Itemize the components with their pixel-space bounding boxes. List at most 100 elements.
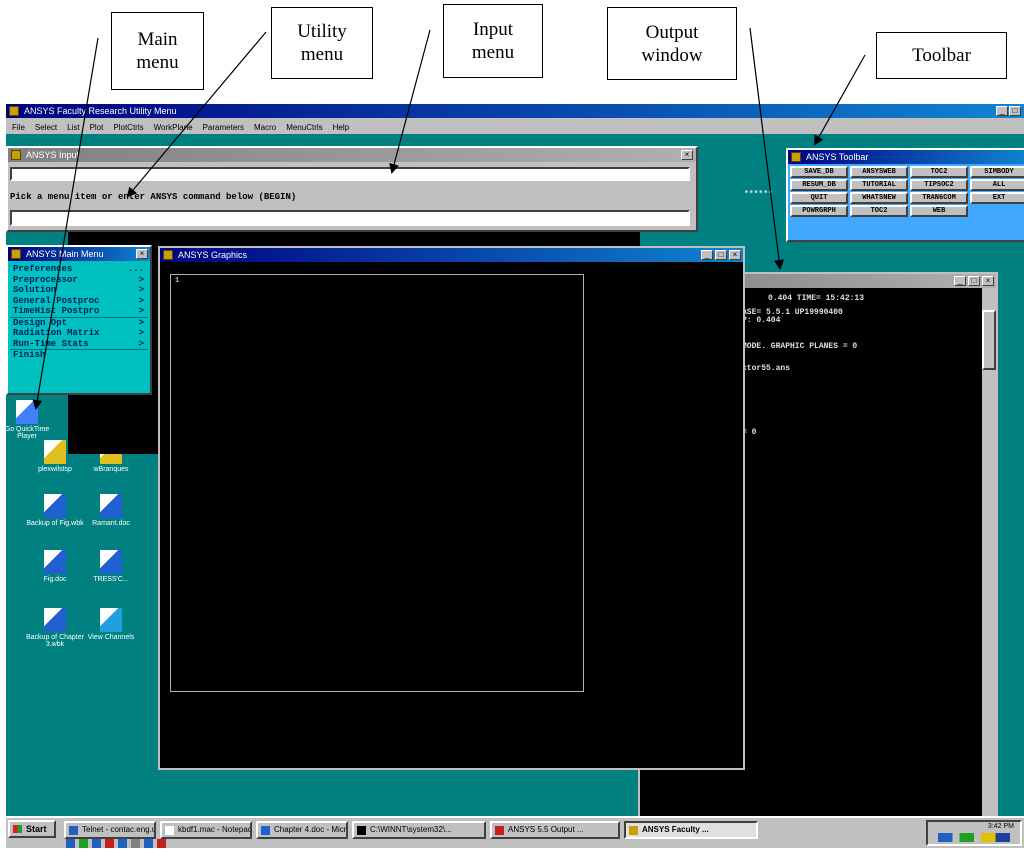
utility-menu-item-help[interactable]: Help [333,123,349,132]
submenu-arrow-icon: > [138,295,144,306]
quick-launch-icon[interactable] [66,839,75,848]
toolbar-button-toc2[interactable]: TOC2 [850,205,908,217]
toolbar-button-ext[interactable]: EXT [970,192,1024,204]
ansys-app-icon [9,106,19,116]
submenu-arrow-icon: ... [127,264,144,274]
desktop-icon[interactable]: Ramant.doc [82,494,140,527]
taskbar-button[interactable]: Telnet - contac.eng.u... [64,821,156,839]
main-menu-titlebar[interactable]: ANSYS Main Menu × [8,247,150,261]
toolbar-button-quit[interactable]: QUIT [790,192,848,204]
quicktime-icon [16,400,38,424]
submenu-arrow-icon: > [138,285,144,295]
toolbar-button-web[interactable]: WEB [910,205,968,217]
desktop-icon[interactable]: Backup of Fig.wbk [26,494,84,527]
taskbar: Start Telnet - contac.eng.u... kbdf1.mac … [6,816,1024,848]
main-window-titlebar[interactable]: ANSYS Faculty Research Utility Menu _ □ [6,104,1024,118]
word-doc-icon [44,494,66,518]
utility-menu-bar: File Select List Plot PlotCtrls WorkPlane Para… [12,120,359,132]
word-doc-icon [44,608,66,632]
quick-launch-icon[interactable] [157,839,166,848]
main-menu-item-preprocessor[interactable]: Preprocessor > [10,275,148,286]
quick-launch-icon[interactable] [105,839,114,848]
graphics-maximize-button[interactable]: □ [715,250,727,260]
ansys-toolbar-window: ANSYS Toolbar SAVE_DB ANSYSWEB TOC2 SIMBODY… [786,148,1024,242]
output-maximize-button[interactable]: □ [968,276,980,286]
toolbar-button-whatsnew[interactable]: WHATSNEW [850,192,908,204]
output-close-button[interactable]: × [982,276,994,286]
ansys-app-icon [11,249,21,259]
graphics-close-button[interactable]: × [729,250,741,260]
toolbar-titlebar[interactable]: ANSYS Toolbar [788,150,1024,164]
toolbar-button-ansysweb[interactable]: ANSYSWEB [850,166,908,178]
output-line: ctor55.ans [742,364,791,373]
main-menu-close-button[interactable]: × [136,249,148,259]
callout-output-window: Output window [607,7,737,80]
desktop-icon[interactable]: TRESS'C... [82,550,140,583]
output-line: MODE. GRAPHIC PLANES = 0 [742,342,858,351]
callout-main-menu: Main menu [111,12,204,90]
toolbar-button-toc2[interactable]: TOC2 [910,166,968,178]
submenu-arrow-icon: > [138,328,144,338]
scrollbar-thumb[interactable] [982,310,996,370]
task-app-icon [69,826,78,835]
submenu-arrow-icon: > [138,338,144,349]
input-history-field[interactable] [10,167,690,181]
taskbar-button[interactable]: Chapter 4.doc - Micros... [256,821,348,839]
utility-menu-item-parameters[interactable]: Parameters [203,123,244,132]
utility-menu-item-plotctrls[interactable]: PlotCtrls [113,123,143,132]
toolbar-button-resum_db[interactable]: RESUM_DB [790,179,848,191]
input-close-button[interactable]: × [681,150,693,160]
utility-menu-item-menuctrls[interactable]: MenuCtrls [286,123,322,132]
utility-menu-item-workplane[interactable]: WorkPlane [154,123,193,132]
task-app-icon [261,826,270,835]
main-menu-item-general-postproc[interactable]: General Postproc > [10,296,148,307]
utility-menu-item-list[interactable]: List [67,123,79,132]
start-button[interactable]: Start [8,820,56,838]
graphics-titlebar[interactable]: ANSYS Graphics _ □ × [160,248,743,262]
main-menu-item-timehist-postpro[interactable]: TimeHist Postpro > [10,306,148,317]
main-menu-item-radiation-matrix[interactable]: Radiation Matrix > [10,328,148,339]
graphics-minimize-button[interactable]: _ [701,250,713,260]
desktop-icon[interactable]: Go QuickTime Player [6,400,56,440]
graphics-window-number: 1 [175,277,180,285]
taskbar-button[interactable]: C:\WINNT\system32\... [352,821,486,839]
quick-launch-icon[interactable] [92,839,101,848]
taskbar-button[interactable]: kbdf1.mac - Notepad [160,821,252,839]
desktop-icon[interactable]: View Channels [82,608,140,641]
quick-launch-icon[interactable] [118,839,127,848]
quick-launch-icon[interactable] [79,839,88,848]
main-menu-item-preferences[interactable]: Preferences... [10,264,148,275]
maximize-button[interactable]: □ [1009,106,1021,116]
output-line: P: 0.404 [742,316,781,325]
quick-launch-icon[interactable] [131,839,140,848]
minimize-button[interactable]: _ [996,106,1008,116]
taskbar-button[interactable]: ANSYS 5.5 Output ... [490,821,620,839]
toolbar-button-powrgrph[interactable]: POWRGRPH [790,205,848,217]
ansys-graphics-window: ANSYS Graphics _ □ × 1 [158,246,745,770]
toolbar-button-save_db[interactable]: SAVE_DB [790,166,848,178]
toolbar-button-simbody[interactable]: SIMBODY [970,166,1024,178]
main-menu-item-design-opt[interactable]: Design Opt > [10,316,148,329]
output-minimize-button[interactable]: _ [954,276,966,286]
toolbar-button-all[interactable]: ALL [970,179,1024,191]
desktop-icon[interactable]: Fig.doc [26,550,84,583]
utility-menu-item-file[interactable]: File [12,123,25,132]
main-menu-item-finish[interactable]: Finish [10,349,148,361]
task-app-icon [357,826,366,835]
main-menu-item-solution[interactable]: Solution > [10,285,148,296]
toolbar-button-tran6com[interactable]: TRAN6COM [910,192,968,204]
main-menu-item-run-time-stats[interactable]: Run-Time Stats > [10,339,148,350]
utility-menu-item-macro[interactable]: Macro [254,123,276,132]
taskbar-button[interactable]: ANSYS Faculty ... [624,821,758,839]
graphics-viewport-frame[interactable]: 1 [170,274,584,692]
quick-launch-icon[interactable] [144,839,153,848]
output-scrollbar[interactable] [982,288,996,830]
toolbar-button-tipsoc2[interactable]: TIPSOC2 [910,179,968,191]
utility-menu-item-select[interactable]: Select [35,123,57,132]
toolbar-button-tutorial[interactable]: TUTORIAL [850,179,908,191]
desktop-icon[interactable]: Backup of Chapter 3.wbk [26,608,84,648]
utility-menu-item-plot[interactable]: Plot [90,123,104,132]
input-window-titlebar[interactable]: ANSYS Input × [8,148,696,162]
clock[interactable]: 3:42 PM [988,823,1014,830]
command-input[interactable] [10,210,690,226]
